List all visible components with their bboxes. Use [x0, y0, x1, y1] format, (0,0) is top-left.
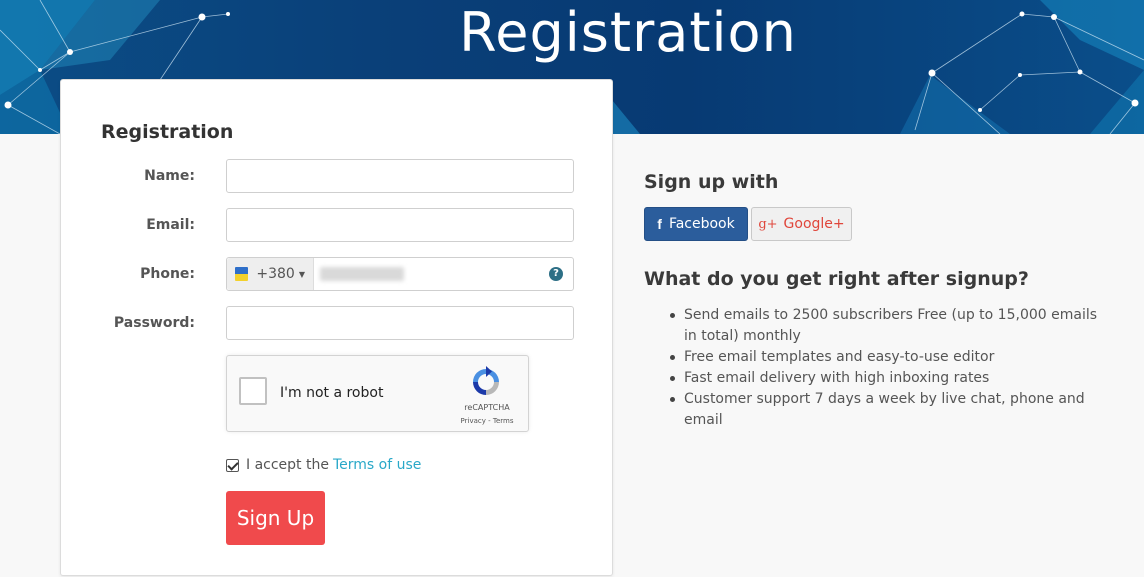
sign-up-button[interactable]: Sign Up: [226, 491, 325, 545]
dial-code: +380: [256, 266, 295, 282]
name-label: Name:: [144, 168, 195, 184]
accept-text: I accept the: [246, 457, 329, 473]
terms-acceptance: I accept the Terms of use: [226, 457, 421, 473]
list-item: Free email templates and easy-to-use edi…: [668, 347, 1108, 368]
accept-terms-checkbox[interactable]: [226, 458, 239, 472]
phone-input[interactable]: +380 ▼ ?: [226, 257, 574, 291]
facebook-label: Facebook: [668, 216, 735, 232]
list-item: Send emails to 2500 subscribers Free (up…: [668, 305, 1108, 347]
benefits-heading: What do you get right after signup?: [644, 268, 1029, 290]
list-item: Fast email delivery with high inboxing r…: [668, 368, 1108, 389]
google-plus-icon: g+: [758, 216, 778, 232]
sign-up-with-heading: Sign up with: [644, 171, 779, 193]
phone-number-blurred: [320, 267, 404, 281]
google-label: Google+: [783, 216, 845, 232]
form-title: Registration: [101, 121, 234, 143]
benefits-list: Send emails to 2500 subscribers Free (up…: [668, 305, 1108, 431]
recaptcha-logo-icon: [473, 366, 499, 395]
recaptcha-brand: reCAPTCHA: [464, 403, 510, 412]
name-input[interactable]: [226, 159, 574, 193]
registration-card: Registration Name: Email: Phone: +380 ▼ …: [60, 79, 613, 576]
ukraine-flag-icon: [235, 267, 249, 281]
facebook-signup-button[interactable]: f Facebook: [644, 207, 748, 241]
terms-of-use-link[interactable]: Terms of use: [333, 457, 421, 473]
password-input[interactable]: [226, 306, 574, 340]
help-icon[interactable]: ?: [549, 267, 563, 281]
password-label: Password:: [113, 315, 195, 331]
chevron-down-icon: ▼: [298, 269, 305, 279]
captcha-checkbox[interactable]: [239, 377, 267, 405]
banner-title: Registration: [459, 1, 797, 64]
email-input[interactable]: [226, 208, 574, 242]
recaptcha-widget: I'm not a robot reCAPTCHA Privacy - Term…: [226, 355, 529, 432]
country-code-selector[interactable]: +380 ▼: [227, 258, 314, 290]
recaptcha-links[interactable]: Privacy - Terms: [451, 417, 523, 425]
list-item: Customer support 7 days a week by live c…: [668, 389, 1108, 431]
phone-label: Phone:: [140, 266, 195, 282]
google-signup-button[interactable]: g+ Google+: [751, 207, 852, 241]
captcha-label: I'm not a robot: [280, 385, 384, 401]
facebook-icon: f: [657, 216, 662, 232]
email-label: Email:: [146, 217, 195, 233]
